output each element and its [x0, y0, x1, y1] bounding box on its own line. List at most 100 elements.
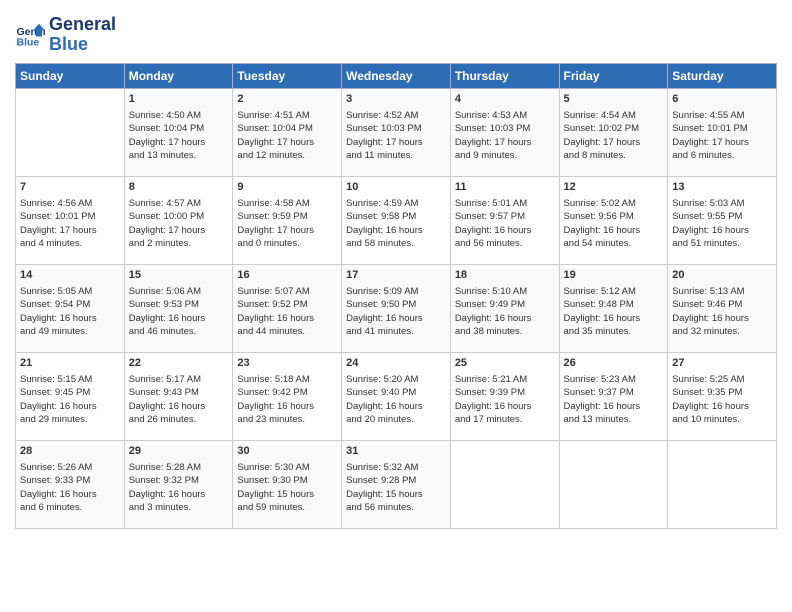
calendar-body: 1 Sunrise: 4:50 AM Sunset: 10:04 PM Dayli… — [16, 88, 777, 528]
day-info: Sunrise: 4:54 AM Sunset: 10:02 PM Daylig… — [564, 109, 664, 162]
day-info: Sunrise: 5:13 AM Sunset: 9:46 PM Dayligh… — [672, 285, 772, 338]
calendar-cell: 31 Sunrise: 5:32 AM Sunset: 9:28 PM Dayli… — [342, 440, 451, 528]
column-header-saturday: Saturday — [668, 63, 777, 88]
column-header-tuesday: Tuesday — [233, 63, 342, 88]
day-info: Sunrise: 5:20 AM Sunset: 9:40 PM Dayligh… — [346, 373, 446, 426]
calendar-cell: 16 Sunrise: 5:07 AM Sunset: 9:52 PM Dayli… — [233, 264, 342, 352]
day-number: 12 — [564, 180, 664, 195]
header-row: SundayMondayTuesdayWednesdayThursdayFrid… — [16, 63, 777, 88]
day-info: Sunrise: 4:56 AM Sunset: 10:01 PM Daylig… — [20, 197, 120, 250]
day-info: Sunrise: 4:51 AM Sunset: 10:04 PM Daylig… — [237, 109, 337, 162]
day-number: 20 — [672, 268, 772, 283]
day-info: Sunrise: 5:02 AM Sunset: 9:56 PM Dayligh… — [564, 197, 664, 250]
day-number: 15 — [129, 268, 229, 283]
day-info: Sunrise: 5:07 AM Sunset: 9:52 PM Dayligh… — [237, 285, 337, 338]
day-info: Sunrise: 5:23 AM Sunset: 9:37 PM Dayligh… — [564, 373, 664, 426]
calendar-cell: 10 Sunrise: 4:59 AM Sunset: 9:58 PM Dayli… — [342, 176, 451, 264]
calendar-cell: 3Sunrise: 4:52 AM Sunset: 10:03 PM Dayli… — [342, 88, 451, 176]
calendar-cell: 26 Sunrise: 5:23 AM Sunset: 9:37 PM Dayli… — [559, 352, 668, 440]
calendar-cell: 12 Sunrise: 5:02 AM Sunset: 9:56 PM Dayli… — [559, 176, 668, 264]
calendar-cell — [450, 440, 559, 528]
day-number: 10 — [346, 180, 446, 195]
week-row-2: 7 Sunrise: 4:56 AM Sunset: 10:01 PM Dayli… — [16, 176, 777, 264]
calendar-header: SundayMondayTuesdayWednesdayThursdayFrid… — [16, 63, 777, 88]
day-info: Sunrise: 5:15 AM Sunset: 9:45 PM Dayligh… — [20, 373, 120, 426]
calendar-cell: 14Sunrise: 5:05 AM Sunset: 9:54 PM Dayli… — [16, 264, 125, 352]
day-number: 8 — [129, 180, 229, 195]
calendar-cell: 11 Sunrise: 5:01 AM Sunset: 9:57 PM Dayli… — [450, 176, 559, 264]
calendar-cell: 18 Sunrise: 5:10 AM Sunset: 9:49 PM Dayli… — [450, 264, 559, 352]
day-info: Sunrise: 4:50 AM Sunset: 10:04 PM Daylig… — [129, 109, 229, 162]
day-number: 17 — [346, 268, 446, 283]
day-info: Sunrise: 4:58 AM Sunset: 9:59 PM Dayligh… — [237, 197, 337, 250]
calendar-cell: 28 Sunrise: 5:26 AM Sunset: 9:33 PM Dayli… — [16, 440, 125, 528]
week-row-4: 21 Sunrise: 5:15 AM Sunset: 9:45 PM Dayli… — [16, 352, 777, 440]
day-number: 25 — [455, 356, 555, 371]
day-number: 2 — [237, 92, 337, 107]
calendar-table: SundayMondayTuesdayWednesdayThursdayFrid… — [15, 63, 777, 529]
day-info: Sunrise: 4:55 AM Sunset: 10:01 PM Daylig… — [672, 109, 772, 162]
day-info: Sunrise: 5:01 AM Sunset: 9:57 PM Dayligh… — [455, 197, 555, 250]
calendar-cell: 27Sunrise: 5:25 AM Sunset: 9:35 PM Dayli… — [668, 352, 777, 440]
week-row-3: 14Sunrise: 5:05 AM Sunset: 9:54 PM Dayli… — [16, 264, 777, 352]
calendar-cell: 6Sunrise: 4:55 AM Sunset: 10:01 PM Dayli… — [668, 88, 777, 176]
week-row-1: 1 Sunrise: 4:50 AM Sunset: 10:04 PM Dayli… — [16, 88, 777, 176]
calendar-cell: 30Sunrise: 5:30 AM Sunset: 9:30 PM Dayli… — [233, 440, 342, 528]
day-info: Sunrise: 5:03 AM Sunset: 9:55 PM Dayligh… — [672, 197, 772, 250]
calendar-cell: 17 Sunrise: 5:09 AM Sunset: 9:50 PM Dayli… — [342, 264, 451, 352]
column-header-thursday: Thursday — [450, 63, 559, 88]
calendar-cell: 20 Sunrise: 5:13 AM Sunset: 9:46 PM Dayli… — [668, 264, 777, 352]
day-info: Sunrise: 4:52 AM Sunset: 10:03 PM Daylig… — [346, 109, 446, 162]
week-row-5: 28 Sunrise: 5:26 AM Sunset: 9:33 PM Dayli… — [16, 440, 777, 528]
calendar-cell: 13 Sunrise: 5:03 AM Sunset: 9:55 PM Dayli… — [668, 176, 777, 264]
calendar-cell — [668, 440, 777, 528]
calendar-cell — [16, 88, 125, 176]
header: General Blue General Blue — [15, 10, 777, 55]
day-info: Sunrise: 5:12 AM Sunset: 9:48 PM Dayligh… — [564, 285, 664, 338]
day-number: 18 — [455, 268, 555, 283]
day-number: 1 — [129, 92, 229, 107]
column-header-monday: Monday — [124, 63, 233, 88]
column-header-sunday: Sunday — [16, 63, 125, 88]
calendar-cell: 15 Sunrise: 5:06 AM Sunset: 9:53 PM Dayli… — [124, 264, 233, 352]
logo-text: General Blue — [49, 15, 116, 55]
day-number: 24 — [346, 356, 446, 371]
logo-icon: General Blue — [15, 20, 45, 50]
page-container: General Blue General Blue SundayMondayTu… — [0, 0, 792, 539]
calendar-cell: 19 Sunrise: 5:12 AM Sunset: 9:48 PM Dayli… — [559, 264, 668, 352]
day-number: 7 — [20, 180, 120, 195]
calendar-cell — [559, 440, 668, 528]
calendar-cell: 1 Sunrise: 4:50 AM Sunset: 10:04 PM Dayli… — [124, 88, 233, 176]
day-info: Sunrise: 4:53 AM Sunset: 10:03 PM Daylig… — [455, 109, 555, 162]
calendar-cell: 5 Sunrise: 4:54 AM Sunset: 10:02 PM Dayli… — [559, 88, 668, 176]
calendar-cell: 29Sunrise: 5:28 AM Sunset: 9:32 PM Dayli… — [124, 440, 233, 528]
day-info: Sunrise: 4:59 AM Sunset: 9:58 PM Dayligh… — [346, 197, 446, 250]
day-number: 5 — [564, 92, 664, 107]
day-info: Sunrise: 5:18 AM Sunset: 9:42 PM Dayligh… — [237, 373, 337, 426]
day-number: 26 — [564, 356, 664, 371]
day-info: Sunrise: 5:09 AM Sunset: 9:50 PM Dayligh… — [346, 285, 446, 338]
calendar-cell: 25 Sunrise: 5:21 AM Sunset: 9:39 PM Dayli… — [450, 352, 559, 440]
day-info: Sunrise: 5:30 AM Sunset: 9:30 PM Dayligh… — [237, 461, 337, 514]
calendar-cell: 9 Sunrise: 4:58 AM Sunset: 9:59 PM Daylig… — [233, 176, 342, 264]
day-info: Sunrise: 5:10 AM Sunset: 9:49 PM Dayligh… — [455, 285, 555, 338]
day-info: Sunrise: 5:21 AM Sunset: 9:39 PM Dayligh… — [455, 373, 555, 426]
day-number: 4 — [455, 92, 555, 107]
day-number: 19 — [564, 268, 664, 283]
day-number: 27 — [672, 356, 772, 371]
day-number: 13 — [672, 180, 772, 195]
day-info: Sunrise: 5:06 AM Sunset: 9:53 PM Dayligh… — [129, 285, 229, 338]
day-number: 23 — [237, 356, 337, 371]
day-number: 28 — [20, 444, 120, 459]
day-number: 16 — [237, 268, 337, 283]
day-number: 11 — [455, 180, 555, 195]
day-number: 9 — [237, 180, 337, 195]
day-number: 22 — [129, 356, 229, 371]
day-number: 31 — [346, 444, 446, 459]
svg-text:Blue: Blue — [17, 36, 40, 48]
day-info: Sunrise: 4:57 AM Sunset: 10:00 PM Daylig… — [129, 197, 229, 250]
day-info: Sunrise: 5:26 AM Sunset: 9:33 PM Dayligh… — [20, 461, 120, 514]
day-number: 21 — [20, 356, 120, 371]
calendar-cell: 23 Sunrise: 5:18 AM Sunset: 9:42 PM Dayli… — [233, 352, 342, 440]
day-info: Sunrise: 5:32 AM Sunset: 9:28 PM Dayligh… — [346, 461, 446, 514]
